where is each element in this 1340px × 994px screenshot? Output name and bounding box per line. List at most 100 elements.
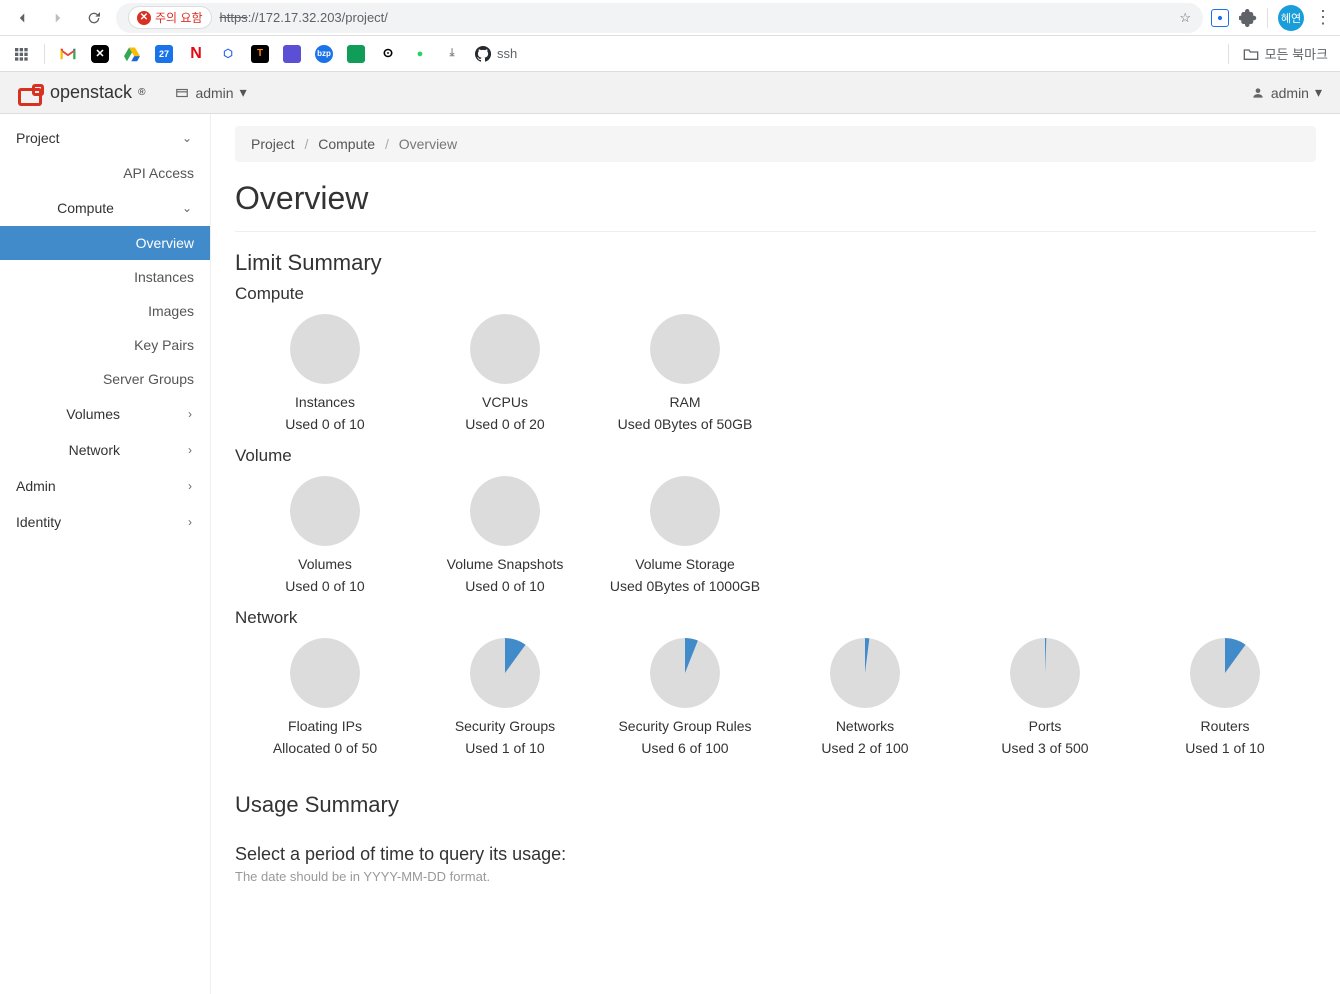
warning-icon: ✕ <box>137 11 151 25</box>
menu-icon[interactable]: ⋮ <box>1314 7 1332 28</box>
quota-row-compute: InstancesUsed 0 of 10VCPUsUsed 0 of 20RA… <box>235 314 1316 438</box>
quota-label: Floating IPs <box>235 718 415 734</box>
calendar-bookmark-icon[interactable]: 27 <box>155 45 173 63</box>
quota-pie <box>830 638 900 708</box>
quota-item: RoutersUsed 1 of 10 <box>1135 638 1315 762</box>
sidebar-identity[interactable]: Identity › <box>0 504 210 540</box>
sidebar-overview[interactable]: Overview <box>0 226 210 260</box>
usage-period-label: Select a period of time to query its usa… <box>235 844 1316 865</box>
sidebar-compute[interactable]: Compute ⌄ <box>0 190 210 226</box>
toolbar-right: 혜연 ⋮ <box>1211 5 1332 31</box>
sidebar-api-access[interactable]: API Access <box>0 156 210 190</box>
quota-pie <box>470 476 540 546</box>
compute-heading: Compute <box>235 284 1316 304</box>
volume-heading: Volume <box>235 446 1316 466</box>
quota-label: Security Groups <box>415 718 595 734</box>
chevron-right-icon: › <box>188 407 192 421</box>
quota-usage-text: Used 6 of 100 <box>595 740 775 756</box>
openstack-logo-icon <box>18 82 44 104</box>
quota-label: Instances <box>235 394 415 410</box>
quota-label: Volume Storage <box>595 556 775 572</box>
url-bar[interactable]: ✕ 주의 요함 https://172.17.32.203/project/ ☆ <box>116 3 1203 33</box>
quota-item: Security Group RulesUsed 6 of 100 <box>595 638 775 762</box>
warning-text: 주의 요함 <box>155 9 203 26</box>
network-heading: Network <box>235 608 1316 628</box>
bookmark-icon[interactable] <box>283 45 301 63</box>
reload-button[interactable] <box>80 4 108 32</box>
project-selector[interactable]: admin ▾ <box>175 84 246 101</box>
bookmark-icon[interactable]: ⵙ <box>379 45 397 63</box>
bookmark-bar: ✕ 27 N ⬡ T bzp ⵙ ● ⤓ ssh 모든 북마크 <box>0 36 1340 72</box>
gmail-bookmark-icon[interactable] <box>59 45 77 63</box>
bookmark-icon[interactable]: ⬡ <box>219 45 237 63</box>
bookmark-icon[interactable]: ⤓ <box>443 45 461 63</box>
bookmark-icon[interactable]: ✕ <box>91 45 109 63</box>
quota-label: Volumes <box>235 556 415 572</box>
quota-usage-text: Used 3 of 500 <box>955 740 1135 756</box>
back-button[interactable] <box>8 4 36 32</box>
quota-pie <box>1010 638 1080 708</box>
quota-usage-text: Used 1 of 10 <box>415 740 595 756</box>
quota-item: RAM Used 0Bytes of 50GB <box>595 314 775 438</box>
quota-item: NetworksUsed 2 of 100 <box>775 638 955 762</box>
extensions-icon[interactable] <box>1239 9 1257 27</box>
bookmark-icon[interactable]: ● <box>411 45 429 63</box>
sheets-bookmark-icon[interactable] <box>347 45 365 63</box>
quota-pie <box>470 314 540 384</box>
quota-usage-text: Used 0 of 10 <box>415 578 595 594</box>
quota-label: RAM <box>595 394 775 410</box>
sidebar-admin[interactable]: Admin › <box>0 468 210 504</box>
netflix-bookmark-icon[interactable]: N <box>187 45 205 63</box>
quota-item: Volumes Used 0 of 10 <box>235 476 415 600</box>
star-icon[interactable]: ☆ <box>1179 10 1191 26</box>
caret-down-icon: ▾ <box>240 84 247 101</box>
sidebar-network[interactable]: Network › <box>0 432 210 468</box>
quota-pie <box>470 638 540 708</box>
user-icon <box>1251 86 1265 100</box>
security-warning-chip[interactable]: ✕ 주의 요함 <box>128 6 212 29</box>
quota-usage-text: Used 1 of 10 <box>1135 740 1315 756</box>
chevron-right-icon: › <box>188 443 192 457</box>
profile-avatar[interactable]: 혜연 <box>1278 5 1304 31</box>
quota-usage-text: Used 0 of 20 <box>415 416 595 432</box>
limit-summary-heading: Limit Summary <box>235 250 1316 276</box>
divider <box>1228 44 1229 64</box>
all-bookmarks-folder[interactable]: 모든 북마크 <box>1243 44 1328 63</box>
domain-icon <box>175 86 189 100</box>
user-menu[interactable]: admin ▾ <box>1251 84 1322 101</box>
sidebar-key-pairs[interactable]: Key Pairs <box>0 328 210 362</box>
quota-usage-text: Allocated 0 of 50 <box>235 740 415 756</box>
main-content: Project / Compute / Overview Overview Li… <box>211 114 1340 994</box>
quota-item: Floating IPs Allocated 0 of 50 <box>235 638 415 762</box>
chevron-down-icon: ⌄ <box>182 131 192 145</box>
divider <box>1267 8 1268 28</box>
sidebar-server-groups[interactable]: Server Groups <box>0 362 210 396</box>
openstack-logo[interactable]: openstack® <box>18 82 145 104</box>
screenshot-icon[interactable] <box>1211 9 1229 27</box>
quota-label: Ports <box>955 718 1135 734</box>
breadcrumb-compute[interactable]: Compute <box>318 136 375 152</box>
sidebar-volumes[interactable]: Volumes › <box>0 396 210 432</box>
bookmark-icon[interactable]: bzp <box>315 45 333 63</box>
quota-pie <box>290 476 360 546</box>
forward-button[interactable] <box>44 4 72 32</box>
quota-item: InstancesUsed 0 of 10 <box>235 314 415 438</box>
sidebar-project[interactable]: Project ⌄ <box>0 120 210 156</box>
quota-label: Volume Snapshots <box>415 556 595 572</box>
caret-down-icon: ▾ <box>1315 84 1322 101</box>
quota-pie <box>1190 638 1260 708</box>
sidebar-images[interactable]: Images <box>0 294 210 328</box>
quota-pie <box>650 314 720 384</box>
quota-pie <box>290 314 360 384</box>
apps-icon[interactable] <box>12 45 30 63</box>
breadcrumb-project[interactable]: Project <box>251 136 295 152</box>
sidebar-instances[interactable]: Instances <box>0 260 210 294</box>
quota-usage-text: Used 0 of 10 <box>235 578 415 594</box>
quota-pie <box>650 476 720 546</box>
quota-usage-text: Used 2 of 100 <box>775 740 955 756</box>
quota-usage-text: Used 0Bytes of 50GB <box>595 416 775 432</box>
drive-bookmark-icon[interactable] <box>123 45 141 63</box>
page-title: Overview <box>235 180 1316 232</box>
bookmark-icon[interactable]: T <box>251 45 269 63</box>
github-bookmark[interactable]: ssh <box>475 46 517 62</box>
